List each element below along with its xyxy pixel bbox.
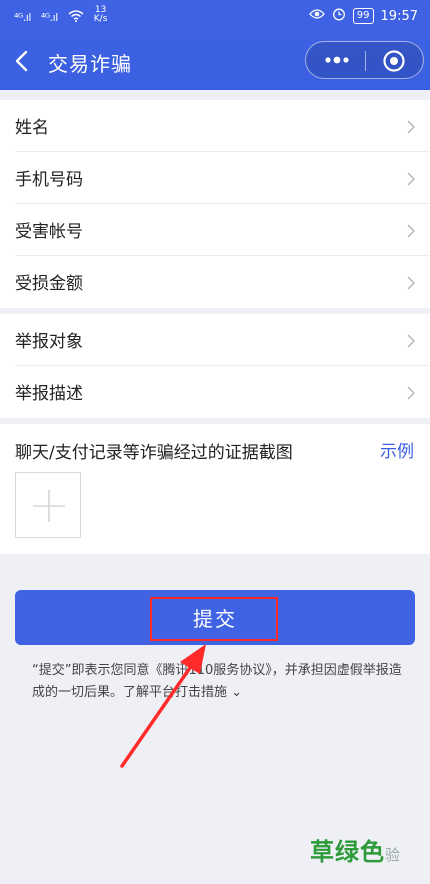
more-icon[interactable] — [322, 52, 352, 68]
row-label: 举报对象 — [15, 332, 83, 352]
close-miniprogram-icon[interactable] — [382, 49, 406, 73]
miniprogram-capsule — [305, 41, 424, 79]
plus-icon — [33, 490, 65, 522]
net-speed: 13 K/s — [94, 6, 108, 24]
watermark-suffix: 验 — [385, 846, 402, 864]
signal-icon: ⁴ᴳ.ıl — [14, 10, 31, 24]
status-left: ⁴ᴳ.ıl ⁴ᴳ.ıl 13 K/s — [14, 6, 108, 26]
form-row-report-description[interactable]: 举报描述 — [0, 366, 430, 418]
example-link[interactable]: 示例 — [380, 437, 414, 462]
wifi-icon — [68, 9, 84, 25]
row-label: 举报描述 — [15, 384, 83, 404]
form-group-report: 举报对象 举报描述 — [0, 314, 430, 418]
watermark-text: 草绿色 — [310, 838, 385, 866]
annotation-highlight-box — [150, 597, 278, 641]
nav-bar: 交易诈骗 — [0, 38, 430, 84]
chevron-right-icon — [406, 275, 416, 290]
chevron-down-icon: ⌄ — [231, 685, 243, 700]
eye-icon — [308, 8, 325, 24]
form-row-phone[interactable]: 手机号码 — [0, 152, 430, 204]
chevron-right-icon — [406, 223, 416, 238]
row-label: 姓名 — [15, 118, 49, 138]
watermark: 草绿色验 — [310, 832, 401, 867]
row-label: 手机号码 — [15, 170, 83, 190]
form-row-victim-account[interactable]: 受害帐号 — [0, 204, 430, 256]
back-icon[interactable] — [12, 49, 34, 73]
status-right: 99 19:57 — [308, 7, 418, 25]
chevron-right-icon — [406, 119, 416, 134]
annotation-arrow-icon — [120, 644, 206, 768]
row-label: 受损金额 — [15, 274, 83, 294]
evidence-title: 聊天/支付记录等诈骗经过的证据截图 — [15, 443, 293, 463]
form-row-report-target[interactable]: 举报对象 — [0, 314, 430, 366]
page-title: 交易诈骗 — [48, 52, 132, 76]
upload-image-button[interactable] — [15, 472, 81, 538]
evidence-section: 聊天/支付记录等诈骗经过的证据截图 示例 — [0, 424, 430, 554]
net-speed-unit: K/s — [93, 14, 108, 24]
signal-icon-2: ⁴ᴳ.ıl — [40, 10, 58, 24]
capsule-divider — [365, 51, 366, 71]
chevron-right-icon — [406, 333, 416, 348]
chevron-right-icon — [406, 385, 416, 400]
form-group-personal: 姓名 手机号码 受害帐号 受损金额 — [0, 100, 430, 308]
status-bar: ⁴ᴳ.ıl ⁴ᴳ.ıl 13 K/s 99 19:57 — [0, 0, 430, 32]
form-row-name[interactable]: 姓名 — [0, 100, 430, 152]
row-label: 受害帐号 — [15, 222, 83, 242]
status-time: 19:57 — [380, 8, 418, 24]
top-bar: ⁴ᴳ.ıl ⁴ᴳ.ıl 13 K/s 99 19:57 交易诈骗 — [0, 0, 430, 90]
form-row-loss-amount[interactable]: 受损金额 — [0, 256, 430, 308]
chevron-right-icon — [406, 171, 416, 186]
alarm-icon — [332, 7, 346, 25]
battery-indicator: 99 — [352, 8, 374, 24]
